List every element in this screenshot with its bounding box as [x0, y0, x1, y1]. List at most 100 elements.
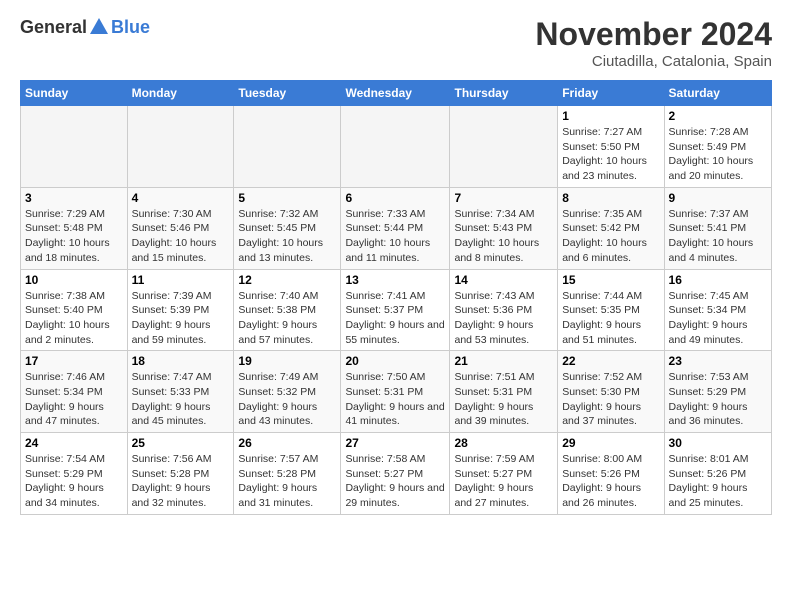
- calendar-cell: 10 Sunrise: 7:38 AMSunset: 5:40 PMDayligh…: [21, 269, 128, 351]
- day-info: Sunrise: 7:32 AMSunset: 5:45 PMDaylight:…: [238, 207, 336, 266]
- weekday-header-tuesday: Tuesday: [234, 81, 341, 106]
- calendar: SundayMondayTuesdayWednesdayThursdayFrid…: [20, 80, 772, 515]
- calendar-cell: 1 Sunrise: 7:27 AMSunset: 5:50 PMDaylight…: [558, 106, 664, 188]
- calendar-week-1: 3 Sunrise: 7:29 AMSunset: 5:48 PMDaylight…: [21, 187, 772, 269]
- page: General Blue November 2024 Ciutadilla, C…: [0, 0, 792, 525]
- day-number: 19: [238, 354, 336, 368]
- day-number: 7: [454, 191, 553, 205]
- day-info: Sunrise: 7:29 AMSunset: 5:48 PMDaylight:…: [25, 207, 123, 266]
- calendar-week-4: 24Sunrise: 7:54 AMSunset: 5:29 PMDayligh…: [21, 433, 772, 515]
- calendar-cell: [234, 106, 341, 188]
- weekday-header-sunday: Sunday: [21, 81, 128, 106]
- calendar-header-row: SundayMondayTuesdayWednesdayThursdayFrid…: [21, 81, 772, 106]
- calendar-cell: 27Sunrise: 7:58 AMSunset: 5:27 PMDayligh…: [341, 433, 450, 515]
- calendar-cell: 23 Sunrise: 7:53 AMSunset: 5:29 PMDayligh…: [664, 351, 771, 433]
- day-number: 29: [562, 436, 659, 450]
- day-number: 8: [562, 191, 659, 205]
- calendar-cell: [21, 106, 128, 188]
- day-info: Sunrise: 7:44 AMSunset: 5:35 PMDaylight:…: [562, 289, 659, 348]
- day-info: Sunrise: 7:53 AMSunset: 5:29 PMDaylight:…: [669, 370, 767, 429]
- day-info: Sunrise: 7:35 AMSunset: 5:42 PMDaylight:…: [562, 207, 659, 266]
- calendar-week-3: 17 Sunrise: 7:46 AMSunset: 5:34 PMDayligh…: [21, 351, 772, 433]
- day-info: Sunrise: 7:37 AMSunset: 5:41 PMDaylight:…: [669, 207, 767, 266]
- logo-icon: [88, 16, 110, 38]
- day-number: 2: [669, 109, 767, 123]
- day-number: 20: [345, 354, 445, 368]
- calendar-cell: 22Sunrise: 7:52 AMSunset: 5:30 PMDayligh…: [558, 351, 664, 433]
- calendar-cell: 8 Sunrise: 7:35 AMSunset: 5:42 PMDaylight…: [558, 187, 664, 269]
- calendar-cell: 25Sunrise: 7:56 AMSunset: 5:28 PMDayligh…: [127, 433, 234, 515]
- day-number: 21: [454, 354, 553, 368]
- day-info: Sunrise: 7:43 AMSunset: 5:36 PMDaylight:…: [454, 289, 553, 348]
- day-number: 28: [454, 436, 553, 450]
- title-block: November 2024 Ciutadilla, Catalonia, Spa…: [535, 16, 772, 70]
- weekday-header-monday: Monday: [127, 81, 234, 106]
- month-title: November 2024: [535, 16, 772, 53]
- day-number: 22: [562, 354, 659, 368]
- day-info: Sunrise: 7:51 AMSunset: 5:31 PMDaylight:…: [454, 370, 553, 429]
- day-info: Sunrise: 7:50 AMSunset: 5:31 PMDaylight:…: [345, 370, 445, 429]
- day-info: Sunrise: 8:01 AMSunset: 5:26 PMDaylight:…: [669, 452, 767, 511]
- calendar-cell: 28 Sunrise: 7:59 AMSunset: 5:27 PMDayligh…: [450, 433, 558, 515]
- calendar-week-2: 10 Sunrise: 7:38 AMSunset: 5:40 PMDayligh…: [21, 269, 772, 351]
- calendar-cell: 26 Sunrise: 7:57 AMSunset: 5:28 PMDayligh…: [234, 433, 341, 515]
- day-info: Sunrise: 7:28 AMSunset: 5:49 PMDaylight:…: [669, 125, 767, 184]
- day-number: 15: [562, 273, 659, 287]
- header: General Blue November 2024 Ciutadilla, C…: [20, 16, 772, 70]
- calendar-cell: 30Sunrise: 8:01 AMSunset: 5:26 PMDayligh…: [664, 433, 771, 515]
- day-info: Sunrise: 7:49 AMSunset: 5:32 PMDaylight:…: [238, 370, 336, 429]
- day-number: 23: [669, 354, 767, 368]
- day-info: Sunrise: 7:46 AMSunset: 5:34 PMDaylight:…: [25, 370, 123, 429]
- calendar-cell: [127, 106, 234, 188]
- day-number: 18: [132, 354, 230, 368]
- day-info: Sunrise: 8:00 AMSunset: 5:26 PMDaylight:…: [562, 452, 659, 511]
- weekday-header-wednesday: Wednesday: [341, 81, 450, 106]
- calendar-cell: 7 Sunrise: 7:34 AMSunset: 5:43 PMDaylight…: [450, 187, 558, 269]
- day-number: 13: [345, 273, 445, 287]
- day-number: 16: [669, 273, 767, 287]
- day-number: 11: [132, 273, 230, 287]
- calendar-cell: 12 Sunrise: 7:40 AMSunset: 5:38 PMDayligh…: [234, 269, 341, 351]
- day-number: 3: [25, 191, 123, 205]
- calendar-cell: 2 Sunrise: 7:28 AMSunset: 5:49 PMDaylight…: [664, 106, 771, 188]
- day-number: 17: [25, 354, 123, 368]
- day-info: Sunrise: 7:54 AMSunset: 5:29 PMDaylight:…: [25, 452, 123, 511]
- calendar-cell: 17 Sunrise: 7:46 AMSunset: 5:34 PMDayligh…: [21, 351, 128, 433]
- calendar-cell: 9Sunrise: 7:37 AMSunset: 5:41 PMDaylight…: [664, 187, 771, 269]
- calendar-cell: 20 Sunrise: 7:50 AMSunset: 5:31 PMDayligh…: [341, 351, 450, 433]
- weekday-header-friday: Friday: [558, 81, 664, 106]
- calendar-cell: 29 Sunrise: 8:00 AMSunset: 5:26 PMDayligh…: [558, 433, 664, 515]
- day-number: 6: [345, 191, 445, 205]
- day-number: 12: [238, 273, 336, 287]
- calendar-cell: 4Sunrise: 7:30 AMSunset: 5:46 PMDaylight…: [127, 187, 234, 269]
- day-info: Sunrise: 7:59 AMSunset: 5:27 PMDaylight:…: [454, 452, 553, 511]
- location-title: Ciutadilla, Catalonia, Spain: [535, 53, 772, 70]
- day-info: Sunrise: 7:27 AMSunset: 5:50 PMDaylight:…: [562, 125, 659, 184]
- calendar-cell: 13Sunrise: 7:41 AMSunset: 5:37 PMDayligh…: [341, 269, 450, 351]
- logo-blue: Blue: [111, 17, 150, 38]
- calendar-cell: 14 Sunrise: 7:43 AMSunset: 5:36 PMDayligh…: [450, 269, 558, 351]
- calendar-week-0: 1 Sunrise: 7:27 AMSunset: 5:50 PMDaylight…: [21, 106, 772, 188]
- day-number: 1: [562, 109, 659, 123]
- calendar-cell: 18 Sunrise: 7:47 AMSunset: 5:33 PMDayligh…: [127, 351, 234, 433]
- calendar-cell: 6Sunrise: 7:33 AMSunset: 5:44 PMDaylight…: [341, 187, 450, 269]
- calendar-cell: 5Sunrise: 7:32 AMSunset: 5:45 PMDaylight…: [234, 187, 341, 269]
- day-info: Sunrise: 7:57 AMSunset: 5:28 PMDaylight:…: [238, 452, 336, 511]
- day-info: Sunrise: 7:40 AMSunset: 5:38 PMDaylight:…: [238, 289, 336, 348]
- day-info: Sunrise: 7:39 AMSunset: 5:39 PMDaylight:…: [132, 289, 230, 348]
- calendar-cell: 24Sunrise: 7:54 AMSunset: 5:29 PMDayligh…: [21, 433, 128, 515]
- day-number: 26: [238, 436, 336, 450]
- day-number: 4: [132, 191, 230, 205]
- day-info: Sunrise: 7:34 AMSunset: 5:43 PMDaylight:…: [454, 207, 553, 266]
- day-number: 25: [132, 436, 230, 450]
- calendar-cell: 21 Sunrise: 7:51 AMSunset: 5:31 PMDayligh…: [450, 351, 558, 433]
- day-info: Sunrise: 7:58 AMSunset: 5:27 PMDaylight:…: [345, 452, 445, 511]
- day-info: Sunrise: 7:47 AMSunset: 5:33 PMDaylight:…: [132, 370, 230, 429]
- calendar-cell: 15 Sunrise: 7:44 AMSunset: 5:35 PMDayligh…: [558, 269, 664, 351]
- day-number: 10: [25, 273, 123, 287]
- calendar-cell: 3 Sunrise: 7:29 AMSunset: 5:48 PMDaylight…: [21, 187, 128, 269]
- day-number: 14: [454, 273, 553, 287]
- day-info: Sunrise: 7:45 AMSunset: 5:34 PMDaylight:…: [669, 289, 767, 348]
- calendar-cell: [450, 106, 558, 188]
- day-info: Sunrise: 7:38 AMSunset: 5:40 PMDaylight:…: [25, 289, 123, 348]
